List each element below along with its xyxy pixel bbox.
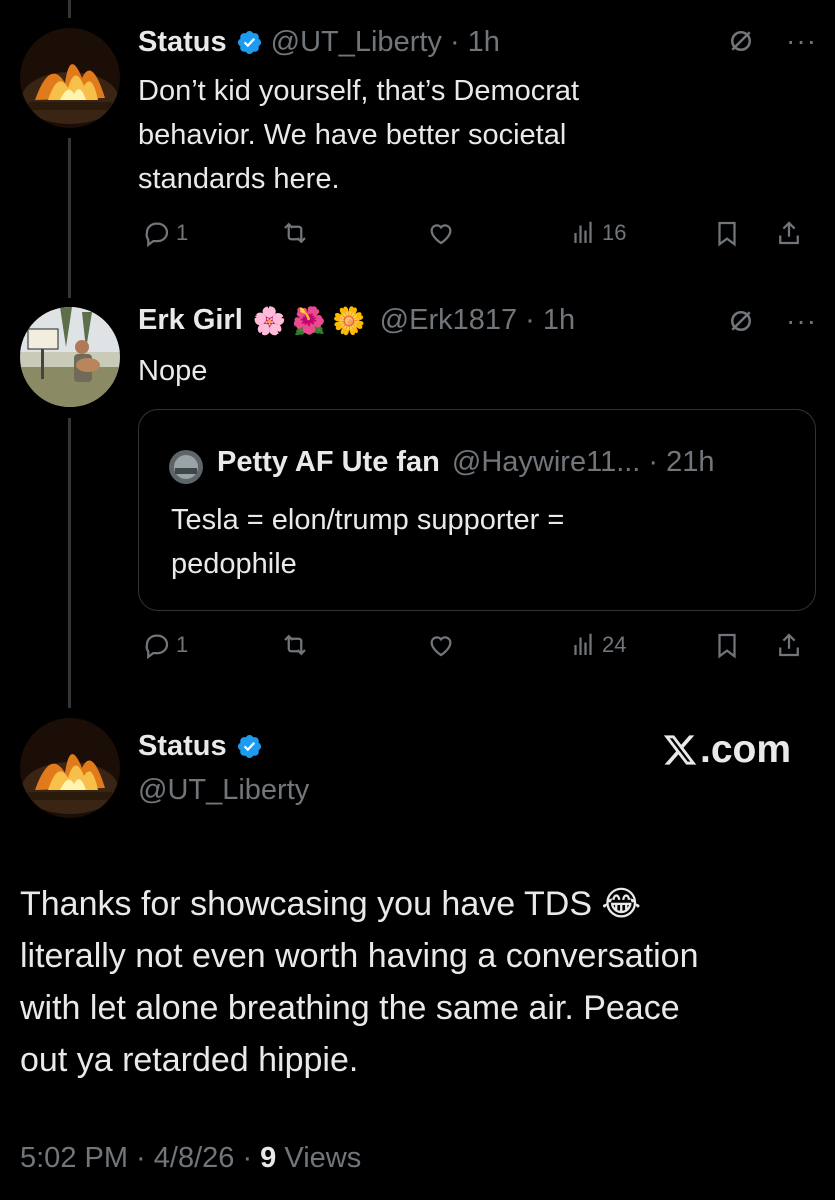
text-line: Tesla = elon/trump supporter = <box>171 504 565 536</box>
repost-button[interactable] <box>280 218 310 248</box>
like-button[interactable] <box>426 630 456 660</box>
views-button[interactable]: 16 <box>568 218 626 248</box>
timestamp[interactable]: 5:02 PM · 4/8/26 · <box>20 1142 260 1174</box>
handle[interactable]: @UT_Liberty <box>138 774 309 807</box>
verified-badge-icon <box>236 733 263 760</box>
quote-header: Petty AF Ute fan @Haywire11... · 21h <box>217 446 715 479</box>
avatar[interactable] <box>20 28 120 128</box>
avatar[interactable] <box>20 307 120 407</box>
text-line: literally not even worth having a conver… <box>20 937 699 975</box>
quote-avatar[interactable] <box>169 450 203 484</box>
share-button[interactable] <box>774 218 804 248</box>
tweet1-header: Status @UT_Liberty · 1h <box>138 26 500 59</box>
tweet-meta: 5:02 PM · 4/8/26 · 9 Views <box>20 1142 361 1175</box>
share-button[interactable] <box>774 630 804 660</box>
views-label: Views <box>276 1142 362 1174</box>
like-icon <box>426 218 456 248</box>
reply-icon <box>142 630 172 660</box>
tweet2-top-actions: ··· <box>726 306 817 336</box>
repost-button[interactable] <box>280 630 310 660</box>
verified-badge-icon <box>236 29 263 56</box>
grok-icon[interactable] <box>726 306 756 336</box>
display-name[interactable]: Status <box>138 730 227 763</box>
avatar[interactable] <box>20 718 120 818</box>
quote-text: Tesla = elon/trump supporter = pedophile <box>171 498 791 586</box>
like-button[interactable] <box>426 218 456 248</box>
emoji-blossom: 🌼 <box>332 305 366 336</box>
tweet1-top-actions: ··· <box>726 26 817 56</box>
more-icon[interactable]: ··· <box>786 27 817 55</box>
thread-line-1 <box>68 138 71 298</box>
handle-timestamp[interactable]: @Erk1817 · 1h <box>380 304 575 337</box>
reply-count: 1 <box>176 632 189 657</box>
display-name[interactable]: Status <box>138 26 227 59</box>
text-line: Thanks for showcasing you have TDS 😂 <box>20 885 642 923</box>
more-icon[interactable]: ··· <box>786 307 817 335</box>
text-line: with let alone breathing the same air. P… <box>20 989 680 1027</box>
like-icon <box>426 630 456 660</box>
reply-count: 1 <box>176 220 189 245</box>
text-line: out ya retarded hippie. <box>20 1041 359 1079</box>
bookmark-icon <box>712 630 742 660</box>
reply-button[interactable]: 1 <box>142 218 188 248</box>
views-icon <box>568 218 598 248</box>
thread-line-2 <box>68 418 71 708</box>
tweet2-text: Nope <box>138 355 208 387</box>
views-count: 24 <box>602 632 627 657</box>
emoji-cherry-blossom: 🌸 <box>252 305 287 336</box>
quote-display-name: Petty AF Ute fan <box>217 446 440 478</box>
emoji-hibiscus: 🌺 <box>292 305 327 336</box>
views-count: 16 <box>602 220 627 245</box>
handle-timestamp[interactable]: @UT_Liberty · 1h <box>271 26 500 59</box>
views-button[interactable]: 24 <box>568 630 626 660</box>
main-tweet-text: Thanks for showcasing you have TDS 😂 lit… <box>20 878 820 1086</box>
tweet2-header: Erk Girl 🌸 🌺 🌼 @Erk1817 · 1h <box>138 304 575 337</box>
thread-line-top <box>68 0 71 18</box>
text-line: pedophile <box>171 548 297 580</box>
tweet2-action-bar: 1 24 <box>138 630 818 670</box>
grok-icon[interactable] <box>726 26 756 56</box>
display-name[interactable]: Erk Girl <box>138 304 243 337</box>
tweet1-action-bar: 1 16 <box>138 218 818 258</box>
repost-icon <box>280 218 310 248</box>
brand-domain: .com <box>700 728 792 771</box>
main-handle-row: @UT_Liberty <box>138 774 309 807</box>
repost-icon <box>280 630 310 660</box>
share-icon <box>774 630 804 660</box>
text-line: standards here. <box>138 163 340 195</box>
reply-icon <box>142 218 172 248</box>
main-header: Status <box>138 730 271 763</box>
bookmark-icon <box>712 218 742 248</box>
reply-button[interactable]: 1 <box>142 630 188 660</box>
bookmark-button[interactable] <box>712 218 742 248</box>
bookmark-button[interactable] <box>712 630 742 660</box>
views-count: 9 <box>260 1142 277 1174</box>
x-logo-icon <box>663 735 697 765</box>
share-icon <box>774 218 804 248</box>
quote-handle-timestamp: @Haywire11... · 21h <box>451 446 715 478</box>
x-brand-logo: .com <box>662 728 791 772</box>
text-line: Don’t kid yourself, that’s Democrat <box>138 75 580 107</box>
text-line: behavior. We have better societal <box>138 119 567 151</box>
quoted-tweet[interactable]: Petty AF Ute fan @Haywire11... · 21h Tes… <box>138 409 816 611</box>
views-icon <box>568 630 598 660</box>
tweet1-text: Don’t kid yourself, that’s Democrat beha… <box>138 69 738 201</box>
